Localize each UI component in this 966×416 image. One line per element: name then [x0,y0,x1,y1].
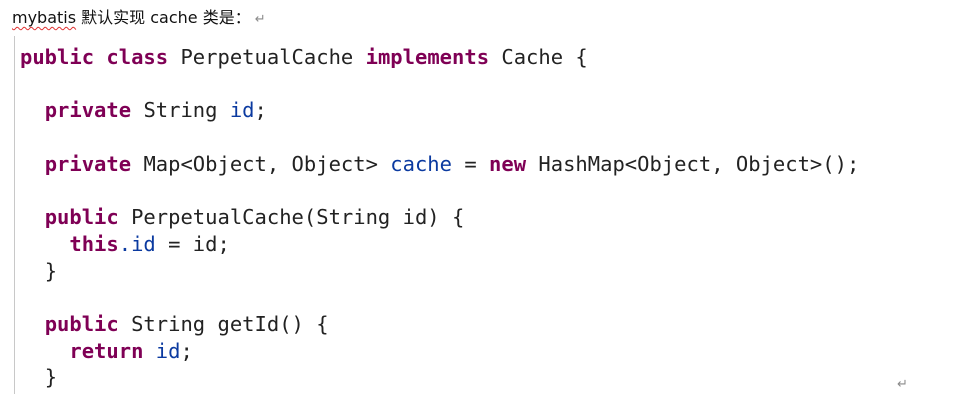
code-line-class-declaration: public class PerpetualCache implements C… [20,44,859,71]
semicolon: ; [180,338,193,363]
constructor-call: HashMap<Object, Object>(); [538,151,860,176]
field-cache: cache [390,151,452,176]
paragraph-mark-icon: ↵ [897,377,908,392]
code-line-id-field: private String id; [20,97,859,124]
code-line-return: return id; [20,338,859,365]
getter-signature: String getId() { [131,311,329,336]
code-line-close-brace: } [20,258,859,285]
keyword-implements: implements [365,45,490,69]
closing-brace: } [44,258,58,283]
keyword-class: class [106,45,169,69]
field-id: id [229,98,255,123]
class-name: PerpetualCache [180,45,354,69]
assignment-rest: = id; [168,231,230,256]
keyword-public: public [44,311,119,336]
closing-brace: } [44,365,58,390]
code-text: public class PerpetualCache implements C… [20,44,859,391]
keyword-return: return [69,338,144,363]
type-name: String [143,98,218,123]
code-line-cache-field: private Map<Object, Object> cache = new … [20,151,860,178]
code-line-assignment: this.id = id; [20,231,859,258]
keyword-public: public [44,205,119,230]
code-line-close-brace: } [20,364,859,391]
heading: mybatis 默认实现 cache 类是： ↵ [12,4,266,28]
heading-word-mybatis: mybatis [12,8,77,27]
field-id: id [155,338,181,363]
code-line-constructor: public PerpetualCache(String id) { [20,204,859,231]
keyword-new: new [489,151,527,176]
keyword-private: private [44,151,132,176]
type-name: Map<Object, Object> [143,151,378,176]
keyword-private: private [44,98,132,123]
code-line-getter: public String getId() { [20,311,859,338]
keyword-public: public [20,45,95,69]
paragraph-mark-icon: ↵ [254,12,266,27]
assign-operator: = [464,151,477,176]
interface-name: Cache { [501,45,588,69]
heading-text: 默认实现 cache 类是： [76,8,251,27]
semicolon: ; [254,98,267,123]
code-block: public class PerpetualCache implements C… [14,36,955,394]
field-id: .id [118,231,156,256]
keyword-this: this [69,231,119,256]
constructor-signature: PerpetualCache(String id) { [131,205,465,230]
